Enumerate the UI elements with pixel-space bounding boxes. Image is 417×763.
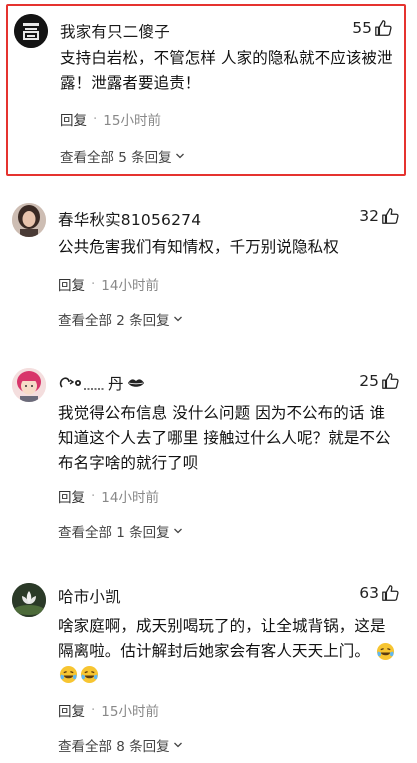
like-button[interactable]: 32 bbox=[359, 207, 399, 225]
comment-item: 我家有只二傻子 55 支持白岩松，不管怎样 人家的隐私就不应该被泄 露！泄露者要… bbox=[6, 4, 406, 176]
view-all-replies-link[interactable]: 查看全部 5 条回复 bbox=[60, 146, 185, 166]
comment-text: 公共危害我们有知情权，千万别说隐私权 bbox=[58, 238, 339, 256]
view-all-replies-link[interactable]: 查看全部 1 条回复 bbox=[58, 521, 183, 541]
timestamp: 14小时前 bbox=[101, 278, 159, 294]
crying-laughing-emoji-icon bbox=[376, 642, 395, 661]
user-avatar[interactable] bbox=[12, 368, 46, 402]
reply-button[interactable]: 回复 bbox=[58, 700, 85, 720]
like-button[interactable]: 25 bbox=[359, 372, 399, 390]
logo-icon bbox=[14, 14, 48, 48]
reply-button[interactable]: 回复 bbox=[58, 486, 85, 506]
comment-item: 哈市小凯 63 啥家庭啊，成天别喝玩了的，让全城背锅，这是 隔离啦。估计解封后她… bbox=[0, 570, 417, 763]
view-all-replies-link[interactable]: 查看全部 2 条回复 bbox=[58, 309, 183, 329]
chevron-down-icon bbox=[175, 153, 184, 159]
user-avatar[interactable] bbox=[12, 203, 46, 237]
timestamp: 15小时前 bbox=[103, 113, 161, 129]
crying-laughing-emoji-icon bbox=[59, 665, 78, 684]
username[interactable]: 丹 bbox=[58, 372, 146, 394]
like-count: 25 bbox=[359, 372, 379, 390]
user-avatar[interactable] bbox=[14, 14, 48, 48]
like-button[interactable]: 55 bbox=[352, 19, 392, 37]
comment-meta: 回复 · 15小时前 bbox=[60, 109, 161, 129]
like-count: 32 bbox=[359, 207, 379, 225]
chevron-down-icon bbox=[173, 316, 182, 322]
comment-meta: 回复 · 14小时前 bbox=[58, 274, 159, 294]
woman-photo-icon bbox=[12, 203, 46, 237]
reply-button[interactable]: 回复 bbox=[60, 109, 87, 129]
thumbs-up-icon bbox=[375, 20, 392, 36]
girl-cartoon-icon bbox=[12, 368, 46, 402]
lips-icon bbox=[127, 379, 144, 387]
like-count: 63 bbox=[359, 584, 379, 602]
comment-text: 我觉得公布信息 没什么问题 因为不公布的话 谁 知道这个人去了哪里 接触过什么人… bbox=[58, 404, 391, 472]
comment-item: 丹 25 我觉得公布信息 没什么问题 因为不公布的话 谁 知道这个人去了哪里 接… bbox=[0, 355, 417, 555]
comment-meta: 回复 · 15小时前 bbox=[58, 700, 159, 720]
crying-laughing-emoji-icon bbox=[80, 665, 99, 684]
lotus-icon bbox=[12, 583, 46, 617]
thumbs-up-icon bbox=[382, 373, 399, 389]
username[interactable]: 我家有只二傻子 bbox=[60, 20, 170, 42]
timestamp: 15小时前 bbox=[101, 704, 159, 720]
chevron-down-icon bbox=[173, 742, 182, 748]
thumbs-up-icon bbox=[382, 208, 399, 224]
chevron-down-icon bbox=[173, 528, 182, 534]
like-button[interactable]: 63 bbox=[359, 584, 399, 602]
comment-meta: 回复 · 14小时前 bbox=[58, 486, 159, 506]
decorative-symbols-icon bbox=[59, 377, 104, 390]
user-avatar[interactable] bbox=[12, 583, 46, 617]
view-all-replies-link[interactable]: 查看全部 8 条回复 bbox=[58, 735, 183, 755]
comment-text: 支持白岩松，不管怎样 人家的隐私就不应该被泄 露！泄露者要追责！ bbox=[60, 49, 393, 92]
reply-button[interactable]: 回复 bbox=[58, 274, 85, 294]
timestamp: 14小时前 bbox=[101, 490, 159, 506]
thumbs-up-icon bbox=[382, 585, 399, 601]
username[interactable]: 哈市小凯 bbox=[58, 585, 121, 607]
like-count: 55 bbox=[352, 19, 372, 37]
comment-item: 春华秋实81056274 32 公共危害我们有知情权，千万别说隐私权 回复 · … bbox=[0, 190, 417, 340]
comment-text: 啥家庭啊，成天别喝玩了的，让全城背锅，这是 隔离啦。估计解封后她家会有客人天天上… bbox=[58, 614, 395, 689]
username[interactable]: 春华秋实81056274 bbox=[58, 208, 201, 230]
